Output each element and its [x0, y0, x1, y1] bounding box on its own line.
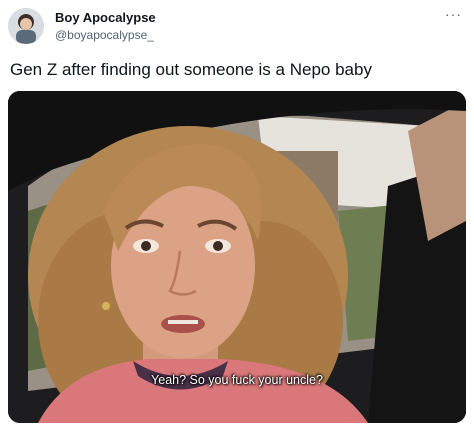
tweet-text: Gen Z after finding out someone is a Nep… — [10, 60, 372, 79]
author-display-name[interactable]: Boy Apocalypse — [55, 10, 156, 25]
more-options-icon[interactable]: ··· — [445, 6, 462, 22]
author-handle[interactable]: @boyapocalypse_ — [55, 28, 154, 42]
tweet-media-image[interactable]: Yeah? So you fuck your uncle? — [8, 91, 466, 423]
avatar-image-icon — [8, 8, 44, 44]
author-avatar[interactable] — [8, 8, 44, 44]
video-subtitle-caption: Yeah? So you fuck your uncle? — [151, 373, 323, 387]
tweet-header: Boy Apocalypse @boyapocalypse_ ··· — [0, 0, 474, 52]
